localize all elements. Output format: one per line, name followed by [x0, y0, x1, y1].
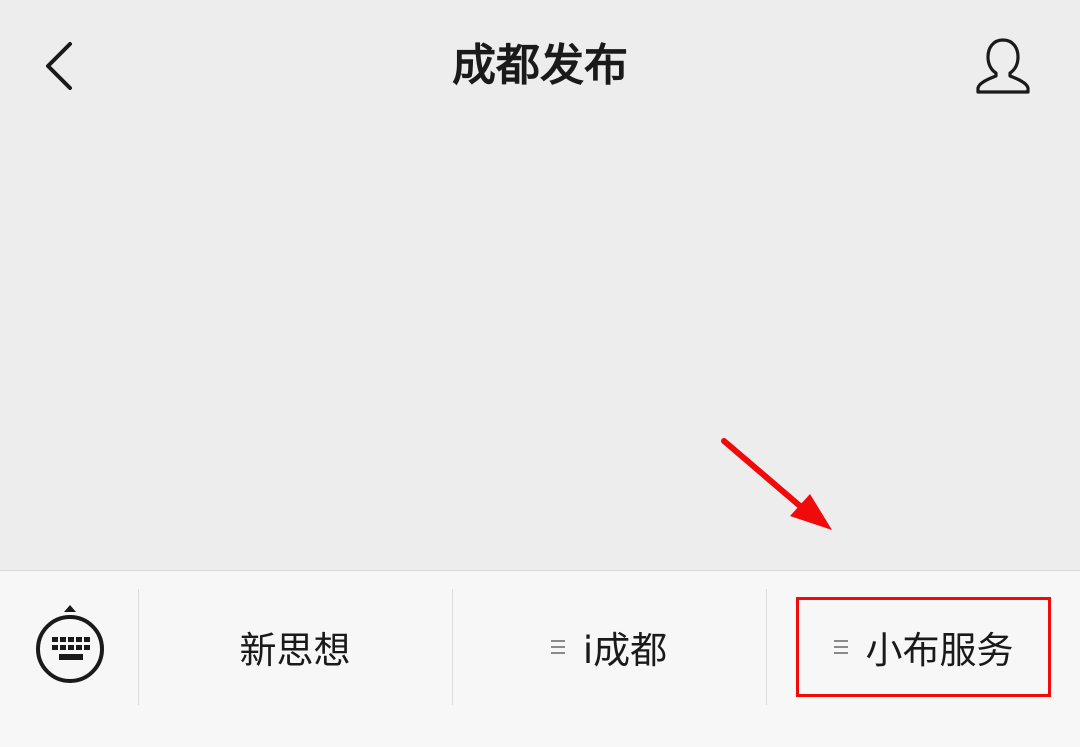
submenu-list-icon	[550, 639, 565, 655]
menu-item-xiao-bu-fu-wu[interactable]: 小布服务	[767, 589, 1080, 705]
profile-button[interactable]	[968, 32, 1038, 102]
message-area	[0, 135, 1080, 570]
back-button[interactable]	[30, 30, 90, 100]
menu-item-xin-si-xiang[interactable]: 新思想	[139, 589, 451, 705]
page-title: 成都发布	[452, 40, 628, 91]
menu-bar: 新思想 i成都 小布服务	[0, 570, 1080, 747]
menu-item-i-chengdu[interactable]: i成都	[453, 589, 765, 705]
menu-item-label: 新思想	[239, 629, 351, 672]
keyboard-toggle-button[interactable]	[28, 601, 112, 701]
submenu-list-icon	[833, 639, 848, 655]
chevron-left-icon	[46, 42, 72, 90]
menu-item-label: i成都	[582, 629, 668, 672]
keyboard-toggle-icon	[36, 605, 104, 683]
person-icon	[976, 38, 1030, 94]
menu-item-label: 小布服务	[865, 629, 1014, 672]
header-bar: 成都发布	[0, 0, 1080, 135]
